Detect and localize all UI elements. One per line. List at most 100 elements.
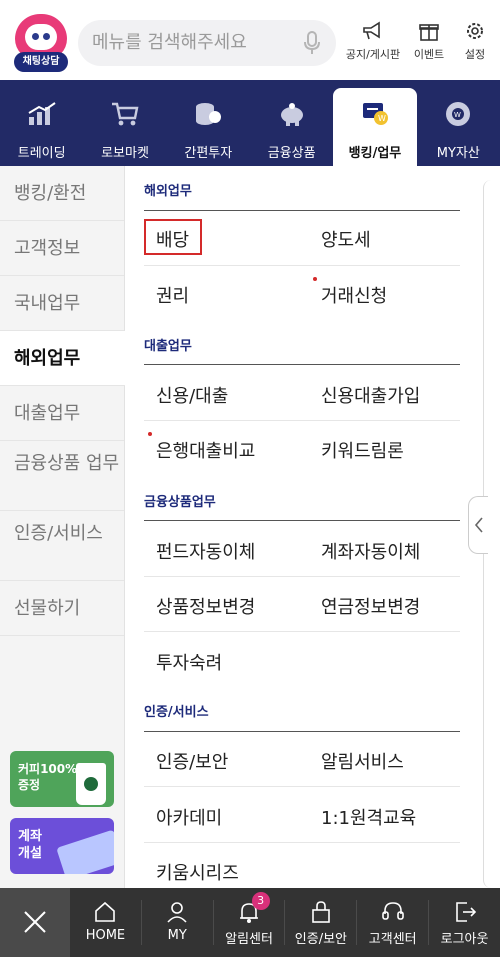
sidebar: 뱅킹/환전 고객정보 국내업무 해외업무 대출업무 금융상품 업무 인증/서비스… xyxy=(0,166,125,888)
megaphone-icon xyxy=(363,21,380,40)
sidebar-item-domestic[interactable]: 국내업무 xyxy=(0,276,124,331)
coffee-promo-banner[interactable]: 커피100% 증정 xyxy=(10,751,114,807)
tab-my-assets[interactable]: W MY자산 xyxy=(417,80,500,166)
menu-item-credit-loan-signup[interactable]: 신용대출가입 xyxy=(321,382,420,408)
gear-icon xyxy=(467,23,483,39)
menu-item-product-info-change[interactable]: 상품정보변경 xyxy=(156,593,255,619)
coins-icon xyxy=(196,103,222,125)
gift-icon xyxy=(419,24,439,41)
bottom-nav-customer-center[interactable]: 고객센터 xyxy=(357,888,428,957)
bottom-nav-security[interactable]: 인증/보안 xyxy=(285,888,356,957)
card-icon xyxy=(56,829,114,874)
bottom-nav-customer-center-label: 고객센터 xyxy=(368,932,417,947)
sidebar-item-financial-products[interactable]: 금융상품 업무 xyxy=(0,441,124,511)
close-menu-button[interactable] xyxy=(0,888,70,957)
coffee-cup-icon xyxy=(76,763,106,805)
sidebar-item-banking-exchange[interactable]: 뱅킹/환전 xyxy=(0,166,124,221)
microphone-icon[interactable] xyxy=(302,31,322,55)
row-divider xyxy=(144,786,460,787)
menu-item-fund-auto-transfer[interactable]: 펀드자동이체 xyxy=(156,538,255,564)
section-divider xyxy=(144,520,460,521)
open-account-banner[interactable]: 계좌 개설 xyxy=(10,818,114,874)
section-title-auth-service: 인증/서비스 xyxy=(144,705,209,720)
menu-item-remote-education[interactable]: 1:1원격교육 xyxy=(321,804,416,830)
tab-financial-products-label: 금융상품 xyxy=(267,146,316,161)
tab-robomarket-label: 로보마켓 xyxy=(101,146,149,161)
top-bar: 채팅상담 메뉴를 검색해주세요 공지/게시판 이벤트 설정 xyxy=(0,0,500,80)
tab-banking-label: 뱅킹/업무 xyxy=(348,146,402,161)
bottom-nav-notifications[interactable]: 3 알림센터 xyxy=(214,888,285,957)
row-divider xyxy=(144,842,460,843)
tab-my-assets-label: MY자산 xyxy=(436,146,480,161)
logout-icon xyxy=(455,902,476,922)
sidebar-item-customer-info[interactable]: 고객정보 xyxy=(0,221,124,276)
banking-icon: W xyxy=(362,103,388,125)
settings-button[interactable]: 설정 xyxy=(444,20,500,62)
tab-trading[interactable]: 트레이딩 xyxy=(0,80,83,166)
menu-item-notification-service[interactable]: 알림서비스 xyxy=(321,748,404,774)
bottom-nav-my[interactable]: MY xyxy=(142,888,213,957)
new-dot xyxy=(148,432,152,436)
section-divider xyxy=(144,731,460,732)
tab-banking[interactable]: W 뱅킹/업무 xyxy=(333,88,417,166)
menu-content: 해외업무 배당 양도세 권리 거래신청 대출업무 신용/대출 신용대출가입 은행… xyxy=(125,166,488,888)
event-label: 이벤트 xyxy=(413,48,445,61)
section-title-overseas: 해외업무 xyxy=(144,184,192,199)
sidebar-item-loan[interactable]: 대출업무 xyxy=(0,386,124,441)
menu-item-account-auto-transfer[interactable]: 계좌자동이체 xyxy=(321,538,420,564)
sidebar-item-auth-service[interactable]: 인증/서비스 xyxy=(0,511,124,581)
tab-financial-products[interactable]: 금융상품 xyxy=(250,80,333,166)
panel-toggle-button[interactable] xyxy=(468,496,488,554)
row-divider xyxy=(144,420,460,421)
bottom-nav-notifications-label: 알림센터 xyxy=(225,932,273,947)
bottom-nav-my-label: MY xyxy=(167,928,187,943)
menu-item-credit-loan[interactable]: 신용/대출 xyxy=(156,382,228,408)
menu-item-auth-security[interactable]: 인증/보안 xyxy=(156,748,228,774)
chevron-left-icon xyxy=(474,517,483,533)
bottom-nav: HOME MY 3 알림센터 인증/보안 고객센터 로그아웃 xyxy=(0,888,500,957)
section-title-financial-products: 금융상품업무 xyxy=(144,495,216,510)
menu-item-academy[interactable]: 아카데미 xyxy=(156,804,222,830)
lock-icon xyxy=(312,901,330,923)
menu-item-pension-info-change[interactable]: 연금정보변경 xyxy=(321,593,420,619)
cart-icon xyxy=(111,102,139,126)
menu-item-investment-deliberation[interactable]: 투자숙려 xyxy=(156,649,222,675)
piggy-bank-icon xyxy=(280,103,303,126)
open-account-text: 계좌 개설 xyxy=(18,829,42,861)
tab-easy-invest[interactable]: 간편투자 xyxy=(167,80,250,166)
row-divider xyxy=(144,631,460,632)
bottom-nav-security-label: 인증/보안 xyxy=(294,932,348,947)
chat-consult-label: 채팅상담 xyxy=(14,52,68,72)
section-title-loan: 대출업무 xyxy=(144,339,192,354)
new-dot xyxy=(313,277,317,281)
section-divider xyxy=(144,210,460,211)
bottom-nav-home[interactable]: HOME xyxy=(70,888,141,957)
menu-item-keyword-loan[interactable]: 키워드림론 xyxy=(321,437,404,463)
bottom-nav-logout-label: 로그아웃 xyxy=(440,932,489,947)
menu-item-trade-application[interactable]: 거래신청 xyxy=(321,282,387,308)
svg-text:W: W xyxy=(454,111,461,119)
home-icon xyxy=(95,901,116,922)
menu-item-rights[interactable]: 권리 xyxy=(156,282,189,308)
search-placeholder: 메뉴를 검색해주세요 xyxy=(92,32,247,53)
settings-label: 설정 xyxy=(464,48,486,61)
bottom-nav-home-label: HOME xyxy=(85,928,126,943)
sidebar-item-overseas[interactable]: 해외업무 xyxy=(0,331,125,386)
row-divider xyxy=(144,576,460,577)
chat-consult-button[interactable]: 채팅상담 xyxy=(12,14,70,72)
menu-item-kiwoom-series[interactable]: 키움시리즈 xyxy=(156,859,239,885)
close-icon xyxy=(24,911,46,933)
bottom-nav-logout[interactable]: 로그아웃 xyxy=(429,888,500,957)
tab-robomarket[interactable]: 로보마켓 xyxy=(83,80,166,166)
notice-board-button[interactable]: 공지/게시판 xyxy=(342,20,404,62)
person-icon xyxy=(167,902,187,923)
notification-count-badge: 3 xyxy=(251,892,270,910)
category-nav: 트레이딩 로보마켓 간편투자 금융상품 W 뱅킹/업무 W MY자산 xyxy=(0,80,500,166)
menu-item-dividend[interactable]: 배당 xyxy=(156,226,189,252)
tab-trading-label: 트레이딩 xyxy=(17,146,66,161)
sidebar-item-gift[interactable]: 선물하기 xyxy=(0,581,124,636)
search-input[interactable]: 메뉴를 검색해주세요 xyxy=(78,20,336,66)
menu-item-bank-loan-compare[interactable]: 은행대출비교 xyxy=(156,437,255,463)
svg-text:W: W xyxy=(378,114,386,123)
menu-item-capital-gains-tax[interactable]: 양도세 xyxy=(321,226,371,252)
